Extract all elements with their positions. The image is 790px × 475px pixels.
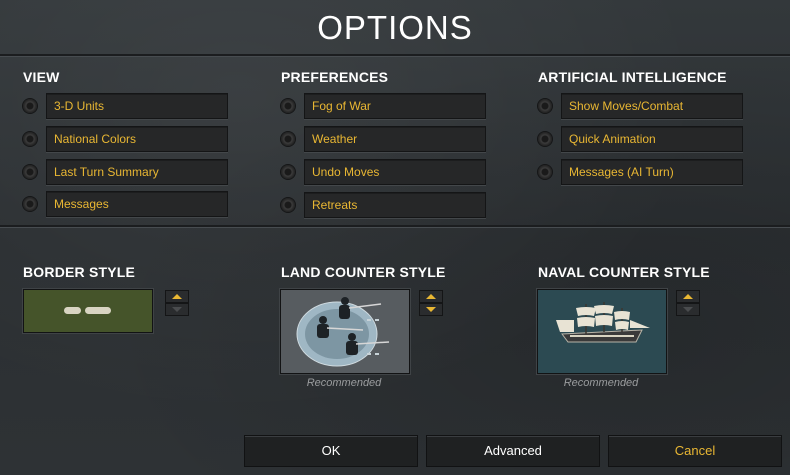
radio-button[interactable] bbox=[538, 99, 552, 113]
border-style-down-button[interactable] bbox=[165, 303, 189, 316]
naval-counter-style-title: NAVAL COUNTER STYLE bbox=[538, 264, 710, 280]
option-field[interactable]: 3-D Units bbox=[46, 93, 228, 119]
ai-option-quick-animation[interactable]: Quick Animation bbox=[538, 126, 748, 152]
arrow-up-icon bbox=[172, 294, 182, 299]
radio-button[interactable] bbox=[23, 132, 37, 146]
radio-button[interactable] bbox=[281, 99, 295, 113]
option-field[interactable]: Last Turn Summary bbox=[46, 159, 228, 185]
infantry-unit-icon bbox=[296, 297, 390, 367]
option-field[interactable]: Quick Animation bbox=[561, 126, 743, 152]
option-field[interactable]: National Colors bbox=[46, 126, 228, 152]
option-field[interactable]: Messages (AI Turn) bbox=[561, 159, 743, 185]
view-option-messages[interactable]: Messages bbox=[23, 191, 233, 217]
option-label: Retreats bbox=[312, 198, 358, 212]
land-counter-recommended: Recommended bbox=[306, 377, 382, 389]
arrow-down-icon bbox=[426, 307, 436, 312]
arrow-down-icon bbox=[172, 307, 182, 312]
land-counter-style-title: LAND COUNTER STYLE bbox=[281, 264, 446, 280]
border-style-stepper[interactable] bbox=[165, 290, 189, 316]
land-counter-preview bbox=[280, 289, 410, 374]
naval-counter-stepper[interactable] bbox=[676, 290, 700, 316]
view-option-3d-units[interactable]: 3-D Units bbox=[23, 93, 233, 119]
land-counter-down-button[interactable] bbox=[419, 303, 443, 316]
option-field[interactable]: Fog of War bbox=[304, 93, 486, 119]
option-label: Weather bbox=[312, 132, 358, 146]
ai-section-title: ARTIFICIAL INTELLIGENCE bbox=[538, 69, 727, 85]
cancel-button[interactable]: Cancel bbox=[608, 435, 782, 467]
naval-counter-up-button[interactable] bbox=[676, 290, 700, 303]
preferences-option-retreats[interactable]: Retreats bbox=[281, 192, 491, 218]
option-field[interactable]: Messages bbox=[46, 191, 228, 217]
option-field[interactable]: Weather bbox=[304, 126, 486, 152]
radio-button[interactable] bbox=[23, 197, 37, 211]
arrow-up-icon bbox=[683, 294, 693, 299]
preferences-option-weather[interactable]: Weather bbox=[281, 126, 491, 152]
option-label: Quick Animation bbox=[569, 132, 656, 146]
radio-button[interactable] bbox=[538, 132, 552, 146]
option-label: Show Moves/Combat bbox=[569, 99, 684, 113]
ok-button[interactable]: OK bbox=[244, 435, 418, 467]
radio-button[interactable] bbox=[23, 99, 37, 113]
naval-counter-recommended: Recommended bbox=[563, 377, 639, 389]
preferences-option-fog-of-war[interactable]: Fog of War bbox=[281, 93, 491, 119]
ai-option-show-moves-combat[interactable]: Show Moves/Combat bbox=[538, 93, 748, 119]
warship-icon bbox=[556, 302, 650, 343]
border-dash-icon bbox=[64, 307, 111, 314]
view-section-title: VIEW bbox=[23, 69, 60, 85]
radio-button[interactable] bbox=[23, 165, 37, 179]
radio-button[interactable] bbox=[538, 165, 552, 179]
land-counter-up-button[interactable] bbox=[419, 290, 443, 303]
preferences-section-title: PREFERENCES bbox=[281, 69, 389, 85]
border-style-preview bbox=[23, 289, 153, 333]
option-field[interactable]: Retreats bbox=[304, 192, 486, 218]
option-label: 3-D Units bbox=[54, 99, 105, 113]
arrow-down-icon bbox=[683, 307, 693, 312]
title-divider bbox=[0, 54, 790, 57]
view-option-national-colors[interactable]: National Colors bbox=[23, 126, 233, 152]
view-option-last-turn-summary[interactable]: Last Turn Summary bbox=[23, 159, 233, 185]
option-label: Last Turn Summary bbox=[54, 165, 159, 179]
radio-button[interactable] bbox=[281, 165, 295, 179]
radio-button[interactable] bbox=[281, 132, 295, 146]
option-field[interactable]: Show Moves/Combat bbox=[561, 93, 743, 119]
preferences-option-undo-moves[interactable]: Undo Moves bbox=[281, 159, 491, 185]
border-style-up-button[interactable] bbox=[165, 290, 189, 303]
ai-option-messages-ai-turn[interactable]: Messages (AI Turn) bbox=[538, 159, 748, 185]
section-divider bbox=[0, 225, 790, 228]
arrow-up-icon bbox=[426, 294, 436, 299]
option-label: Undo Moves bbox=[312, 165, 380, 179]
naval-counter-down-button[interactable] bbox=[676, 303, 700, 316]
advanced-button[interactable]: Advanced bbox=[426, 435, 600, 467]
option-field[interactable]: Undo Moves bbox=[304, 159, 486, 185]
radio-button[interactable] bbox=[281, 198, 295, 212]
dialog-title: OPTIONS bbox=[317, 9, 473, 46]
land-counter-stepper[interactable] bbox=[419, 290, 443, 316]
border-style-title: BORDER STYLE bbox=[23, 264, 136, 280]
naval-counter-preview bbox=[537, 289, 667, 374]
option-label: National Colors bbox=[54, 132, 137, 146]
option-label: Fog of War bbox=[312, 99, 371, 113]
option-label: Messages bbox=[54, 197, 109, 211]
option-label: Messages (AI Turn) bbox=[569, 165, 674, 179]
